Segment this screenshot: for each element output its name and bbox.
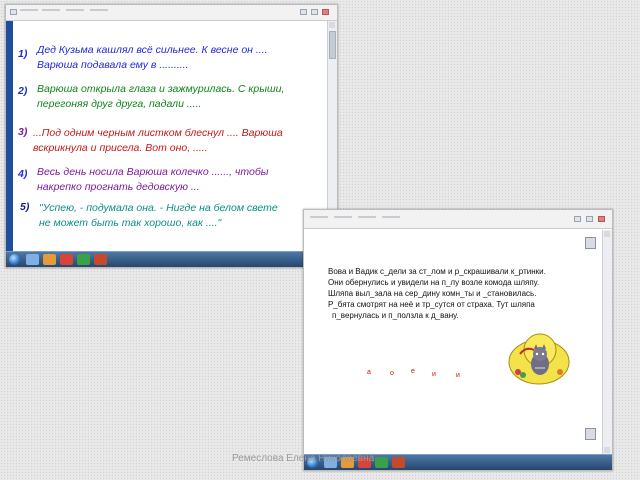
scroll-down-arrow[interactable] [604, 447, 610, 453]
letter-option-1[interactable]: а [367, 369, 371, 376]
powerpoint-icon[interactable] [94, 254, 107, 265]
minimize-icon[interactable] [300, 9, 307, 15]
item-number-2: 2) [18, 85, 28, 97]
item-text-4: Весь день носила Варюша колечко ......, … [37, 165, 268, 195]
exercise-text: Вова и Вадик с_дели за ст_лом и р_скраши… [328, 266, 598, 321]
item-2-line-1: Варюша открыла глаза и зажмурилась. С кр… [37, 83, 285, 95]
slide-window-2: Вова и Вадик с_дели за ст_лом и р_скраши… [303, 209, 613, 471]
item-text-2: Варюша открыла глаза и зажмурилась. С кр… [37, 82, 284, 112]
slide-tool-icon[interactable] [585, 237, 596, 249]
item-number-4: 4) [18, 168, 28, 180]
maximize-icon[interactable] [311, 9, 318, 15]
scroll-up-arrow[interactable] [329, 22, 335, 28]
item-4-line-1: Весь день носила Варюша колечко ......, … [37, 166, 269, 178]
start-button[interactable] [9, 254, 20, 265]
item-3-line-1: ...Под одним черным листком блеснул ....… [33, 127, 283, 139]
item-number-3: 3) [18, 126, 28, 138]
item-4-line-2: накрепко прогнать дедовскую ... [37, 181, 200, 193]
item-1-line-2: Варюша подавала ему в .......... [37, 59, 189, 71]
letter-option-2[interactable]: о [390, 370, 394, 377]
trash-icon[interactable] [585, 428, 596, 440]
browser-icon[interactable] [60, 254, 73, 265]
taskbar [6, 251, 337, 267]
exercise-line-4: Р_бята смотрят на неё и тр_сутся от стра… [328, 300, 535, 309]
letter-option-4[interactable]: и [432, 371, 436, 378]
ribbon-toolbar-2 [304, 210, 612, 229]
media-icon[interactable] [43, 254, 56, 265]
vertical-scrollbar-2[interactable] [602, 230, 612, 454]
exercise-line-1: Вова и Вадик с_дели за ст_лом и р_скраши… [328, 267, 546, 276]
app-icon-taskbar[interactable] [375, 457, 388, 468]
ribbon-toolbar [6, 5, 337, 21]
letter-option-5[interactable]: и [456, 372, 460, 379]
item-number-1: 1) [18, 48, 28, 60]
slide-window-1: 1) Дед Кузьма кашлял всё сильнее. К весн… [5, 4, 338, 268]
hat-cat-illustration [508, 333, 570, 385]
item-text-5: "Успею, - подумала она. - Нигде на белом… [39, 201, 278, 231]
close-icon[interactable] [322, 9, 329, 15]
close-icon[interactable] [598, 216, 605, 222]
explorer-icon[interactable] [26, 254, 39, 265]
powerpoint-icon[interactable] [392, 457, 405, 468]
author-watermark: Ремеслова Елена Николаевна [232, 453, 375, 464]
scroll-up-arrow[interactable] [604, 231, 610, 237]
item-text-3: ...Под одним черным листком блеснул ....… [33, 126, 283, 156]
item-2-line-2: перегоняя друг друга, падали ..... [37, 98, 202, 110]
item-5-line-2: не может быть так хорошо, как ...." [39, 217, 222, 229]
item-1-line-1: Дед Кузьма кашлял всё сильнее. К весне о… [37, 44, 268, 56]
item-5-line-1: "Успею, - подумала она. - Нигде на белом… [39, 202, 278, 214]
item-text-1: Дед Кузьма кашлял всё сильнее. К весне о… [37, 43, 268, 73]
minimize-icon[interactable] [574, 216, 581, 222]
item-number-5: 5) [20, 201, 30, 213]
maximize-icon[interactable] [586, 216, 593, 222]
app-icon-taskbar[interactable] [77, 254, 90, 265]
exercise-line-2: Они обернулись и увидели на п_лу возле к… [328, 278, 540, 287]
scroll-thumb[interactable] [329, 31, 336, 59]
item-3-line-2: вскрикнула и присела. Вот оно, ..... [33, 142, 208, 154]
letter-option-3[interactable]: е [411, 368, 415, 375]
exercise-line-3: Шляпа выл_зала на сер_дину комн_ты и _ст… [328, 289, 537, 298]
app-icon [10, 9, 17, 15]
slides-panel[interactable] [6, 21, 13, 251]
